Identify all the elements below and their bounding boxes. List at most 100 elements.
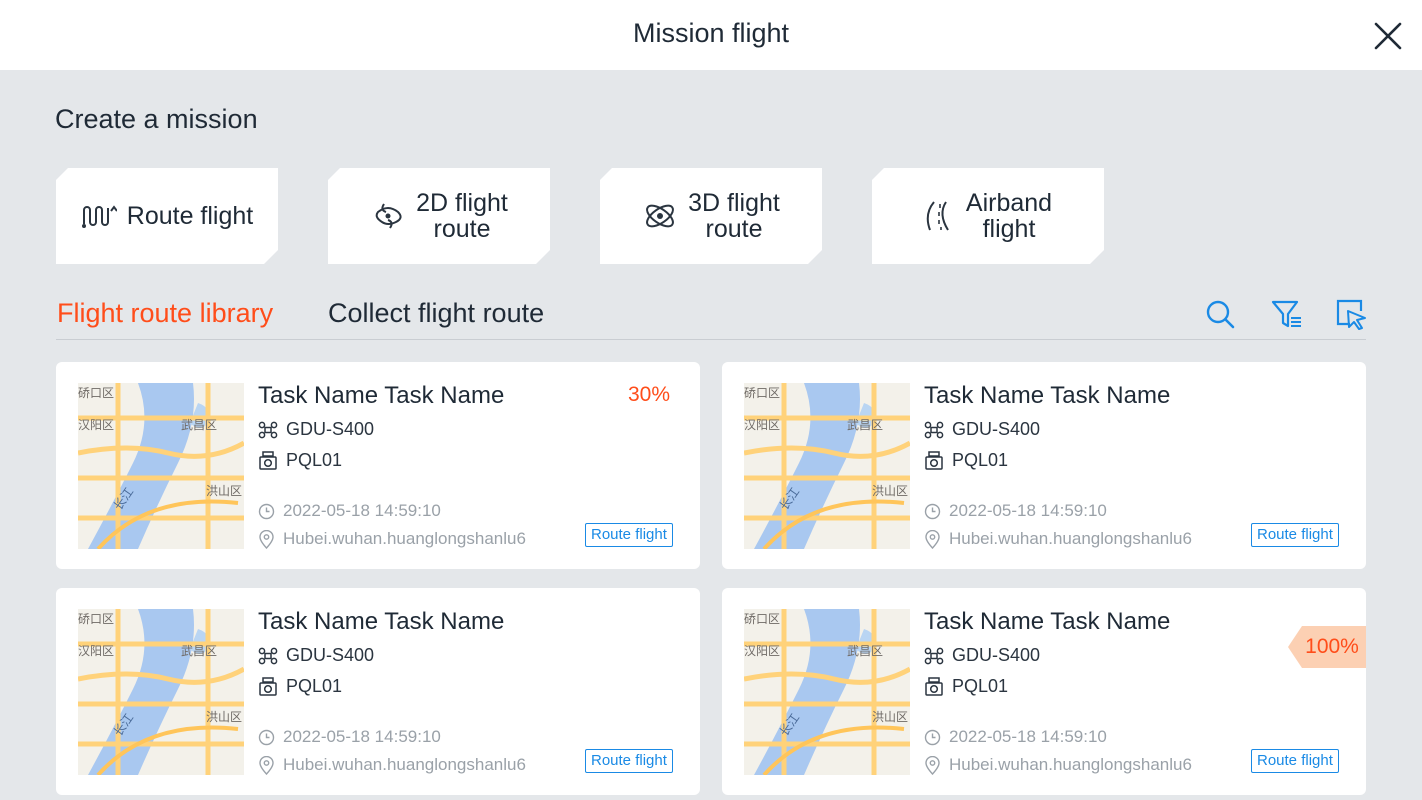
mission-card[interactable]: 硚口区 汉阳区 武昌区 洪山区 长江 Task Name Task Name G… <box>722 362 1366 569</box>
drone-model-row: GDU-S400 <box>258 645 374 666</box>
3d-flight-route-icon <box>642 198 678 234</box>
clock-icon <box>924 729 941 745</box>
2d-flight-route-label: 2D flight route <box>416 189 508 243</box>
drone-icon <box>924 647 944 664</box>
map-label: 汉阳区 <box>744 418 780 432</box>
drone-model-row: GDU-S400 <box>924 419 1040 440</box>
route-type-badge: Route flight <box>585 749 673 773</box>
airband-flight-button[interactable]: Airband flight <box>872 168 1104 264</box>
2d-flight-route-button[interactable]: 2D flight route <box>328 168 550 264</box>
camera-icon <box>925 676 943 696</box>
tab-flight-route-library[interactable]: Flight route library <box>57 298 273 329</box>
drone-model: GDU-S400 <box>286 645 375 665</box>
drone-model-row: GDU-S400 <box>258 419 374 440</box>
airband-flight-icon <box>924 198 956 234</box>
camera-row: PQL01 <box>924 676 1008 697</box>
clock-icon <box>258 503 275 519</box>
clock-icon <box>258 729 275 745</box>
map-label: 武昌区 <box>181 644 217 658</box>
map-thumbnail: 硚口区 汉阳区 武昌区 洪山区 长江 <box>744 383 910 549</box>
map-label: 硚口区 <box>78 612 114 626</box>
filter-button[interactable] <box>1270 297 1304 331</box>
map-label: 汉阳区 <box>78 644 114 658</box>
camera-row: PQL01 <box>924 450 1008 471</box>
location-row: Hubei.wuhan.huanglongshanlu6 <box>924 529 1192 549</box>
tab-divider <box>56 339 1366 340</box>
mission-location: Hubei.wuhan.huanglongshanlu6 <box>949 529 1192 548</box>
progress-percent: 100% <box>1288 626 1366 668</box>
map-label: 汉阳区 <box>744 644 780 658</box>
time-row: 2022-05-18 14:59:10 <box>924 501 1107 521</box>
mission-time: 2022-05-18 14:59:10 <box>949 501 1107 520</box>
mission-card[interactable]: 硚口区 汉阳区 武昌区 洪山区 长江 Task Name Task Name G… <box>56 588 700 795</box>
map-label: 武昌区 <box>181 418 217 432</box>
camera-icon <box>259 676 277 696</box>
mission-location: Hubei.wuhan.huanglongshanlu6 <box>949 755 1192 774</box>
map-label: 洪山区 <box>206 710 242 724</box>
drone-model: GDU-S400 <box>286 419 375 439</box>
camera-model: PQL01 <box>286 450 343 470</box>
route-flight-icon <box>81 202 117 230</box>
location-pin-icon <box>259 755 274 775</box>
3d-flight-route-button[interactable]: 3D flight route <box>600 168 822 264</box>
mission-location: Hubei.wuhan.huanglongshanlu6 <box>283 755 526 774</box>
header-bar: Mission flight <box>0 0 1422 70</box>
mission-time: 2022-05-18 14:59:10 <box>283 501 441 520</box>
camera-row: PQL01 <box>258 450 342 471</box>
select-icon <box>1336 299 1366 330</box>
task-name: Task Name Task Name <box>924 382 1171 409</box>
camera-icon <box>259 450 277 470</box>
location-row: Hubei.wuhan.huanglongshanlu6 <box>258 755 526 775</box>
airband-flight-label: Airband flight <box>965 189 1053 243</box>
location-row: Hubei.wuhan.huanglongshanlu6 <box>924 755 1192 775</box>
camera-model: PQL01 <box>286 676 343 696</box>
camera-model: PQL01 <box>952 676 1009 696</box>
map-label: 硚口区 <box>78 386 114 400</box>
mission-time: 2022-05-18 14:59:10 <box>949 727 1107 746</box>
select-button[interactable] <box>1334 297 1368 331</box>
time-row: 2022-05-18 14:59:10 <box>258 501 441 521</box>
close-button[interactable] <box>1370 18 1406 54</box>
map-label: 武昌区 <box>847 644 883 658</box>
time-row: 2022-05-18 14:59:10 <box>258 727 441 747</box>
mission-location: Hubei.wuhan.huanglongshanlu6 <box>283 529 526 548</box>
drone-model-row: GDU-S400 <box>924 645 1040 666</box>
route-flight-label: Route flight <box>126 202 254 230</box>
task-name: Task Name Task Name <box>258 608 505 635</box>
route-type-badge: Route flight <box>1251 523 1339 547</box>
tab-collect-flight-route[interactable]: Collect flight route <box>328 298 544 329</box>
route-type-badge: Route flight <box>1251 749 1339 773</box>
map-thumbnail: 硚口区 汉阳区 武昌区 洪山区 长江 <box>78 609 244 775</box>
location-pin-icon <box>925 755 940 775</box>
route-type-badge: Route flight <box>585 523 673 547</box>
task-name: Task Name Task Name <box>924 608 1171 635</box>
task-name: Task Name Task Name <box>258 382 505 409</box>
2d-flight-route-icon <box>370 198 406 234</box>
create-mission-heading: Create a mission <box>55 104 258 134</box>
map-thumbnail: 硚口区 汉阳区 武昌区 洪山区 长江 <box>744 609 910 775</box>
map-label: 洪山区 <box>872 710 908 724</box>
map-label: 汉阳区 <box>78 418 114 432</box>
filter-icon <box>1271 300 1301 328</box>
map-label: 硚口区 <box>744 612 780 626</box>
drone-icon <box>924 421 944 438</box>
drone-model: GDU-S400 <box>952 419 1041 439</box>
mission-time: 2022-05-18 14:59:10 <box>283 727 441 746</box>
page-title: Mission flight <box>632 18 790 48</box>
drone-icon <box>258 421 278 438</box>
clock-icon <box>924 503 941 519</box>
map-label: 硚口区 <box>744 386 780 400</box>
drone-model: GDU-S400 <box>952 645 1041 665</box>
drone-icon <box>258 647 278 664</box>
mission-card[interactable]: 硚口区 汉阳区 武昌区 洪山区 长江 Task Name Task Name G… <box>722 588 1366 795</box>
3d-flight-route-label: 3D flight route <box>688 189 780 243</box>
location-row: Hubei.wuhan.huanglongshanlu6 <box>258 529 526 549</box>
time-row: 2022-05-18 14:59:10 <box>924 727 1107 747</box>
map-thumbnail: 硚口区 汉阳区 武昌区 洪山区 长江 <box>78 383 244 549</box>
map-label: 洪山区 <box>206 484 242 498</box>
route-flight-button[interactable]: Route flight <box>56 168 278 264</box>
location-pin-icon <box>259 529 274 549</box>
search-button[interactable] <box>1203 297 1237 331</box>
mission-card[interactable]: 硚口区 汉阳区 武昌区 洪山区 长江 Task Name Task Name G… <box>56 362 700 569</box>
location-pin-icon <box>925 529 940 549</box>
